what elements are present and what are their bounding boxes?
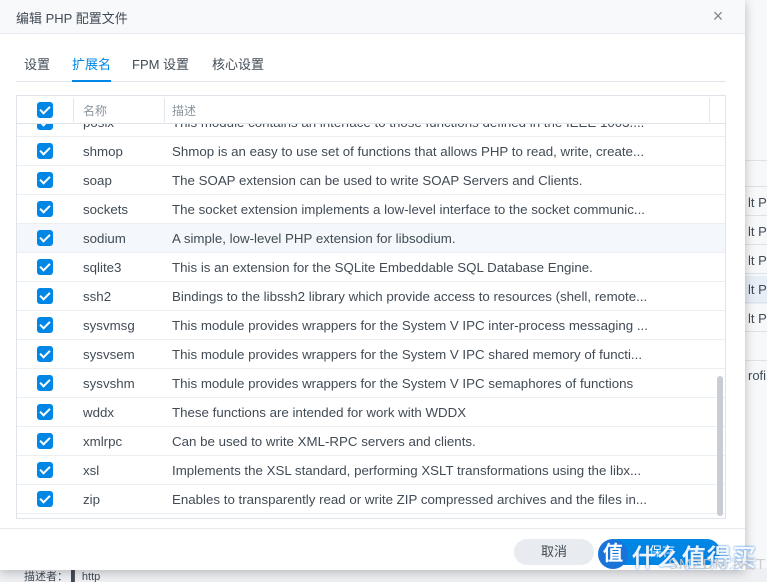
column-header-name[interactable]: 名称 (83, 102, 107, 119)
table-row[interactable]: xmlrpc Can be used to write XML-RPC serve… (17, 427, 725, 456)
row-name: soap (83, 173, 112, 188)
row-description: This module provides wrappers for the Sy… (172, 318, 648, 333)
row-description: This is an extension for the SQLite Embe… (172, 260, 593, 275)
row-name: sysvsem (83, 347, 135, 362)
background-list-item: lt P (748, 224, 767, 239)
row-description: Enables to transparently read or write Z… (172, 492, 647, 507)
background-divider (745, 160, 767, 161)
background-divider (745, 302, 767, 303)
row-checkbox[interactable] (37, 172, 53, 188)
row-description: Shmop is an easy to use set of functions… (172, 144, 645, 159)
row-checkbox[interactable] (37, 491, 53, 507)
row-description: Can be used to write XML-RPC servers and… (172, 434, 476, 449)
column-separator (73, 98, 74, 122)
background-divider (745, 273, 767, 274)
table-row[interactable]: zip Enables to transparently read or writ… (17, 485, 725, 514)
tab-bar: 设置 扩展名 FPM 设置 核心设置 (16, 48, 726, 82)
row-name: posix (83, 124, 165, 130)
row-checkbox[interactable] (37, 346, 53, 362)
table-row[interactable]: soap The SOAP extension can be used to wr… (17, 166, 725, 195)
background-list-item: lt P (748, 253, 767, 268)
background-divider (745, 186, 767, 187)
row-name: zip (83, 492, 100, 507)
table-row[interactable]: xsl Implements the XSL standard, performi… (17, 456, 725, 485)
grid-rows: posix This module contains an interface t… (17, 124, 725, 518)
background-divider (745, 360, 767, 361)
tab-extensions[interactable]: 扩展名 (72, 54, 112, 82)
row-checkbox[interactable] (37, 375, 53, 391)
row-name: sysvshm (83, 376, 135, 391)
row-name: sysvmsg (83, 318, 135, 333)
row-checkbox[interactable] (37, 462, 53, 478)
table-row[interactable]: wddx These functions are intended for wor… (17, 398, 725, 427)
column-header-description[interactable]: 描述 (172, 102, 196, 119)
row-checkbox[interactable] (37, 288, 53, 304)
row-description: This module provides wrappers for the Sy… (172, 376, 634, 391)
background-bottom-bar: 描述者： ▌ http (0, 568, 767, 582)
row-checkbox[interactable] (37, 404, 53, 420)
row-name: wddx (83, 405, 115, 420)
row-name: xmlrpc (83, 434, 123, 449)
table-row[interactable]: sysvsem This module provides wrappers for… (17, 340, 725, 369)
table-row[interactable]: posix This module contains an interface t… (17, 124, 725, 137)
row-name: xsl (83, 463, 100, 478)
row-checkbox[interactable] (37, 124, 53, 130)
table-row[interactable]: shmop Shmop is an easy to use set of func… (17, 137, 725, 166)
background-list-item: rofi (748, 368, 767, 383)
row-checkbox[interactable] (37, 259, 53, 275)
row-checkbox[interactable] (37, 143, 53, 159)
footer-divider (0, 528, 745, 529)
table-row[interactable]: sysvshm This module provides wrappers for… (17, 369, 725, 398)
row-checkbox[interactable] (37, 317, 53, 333)
row-description: A simple, low-level PHP extension for li… (172, 231, 456, 246)
background-divider (745, 244, 767, 245)
cancel-button[interactable]: 取消 (514, 539, 594, 565)
table-row[interactable]: sqlite3 This is an extension for the SQLi… (17, 253, 725, 282)
row-name: ssh2 (83, 289, 112, 304)
background-divider (745, 331, 767, 332)
row-description: Implements the XSL standard, performing … (172, 463, 642, 478)
background-divider (745, 215, 767, 216)
background-bottom-text: 描述者： ▌ http (24, 571, 101, 582)
table-row[interactable]: sockets The socket extension implements a… (17, 195, 725, 224)
save-button[interactable]: 保存 (604, 539, 720, 565)
row-checkbox[interactable] (37, 201, 53, 217)
tab-core-settings[interactable]: 核心设置 (212, 54, 264, 82)
table-row[interactable]: sodium A simple, low-level PHP extension … (17, 224, 725, 253)
edit-php-profile-dialog: 编辑 PHP 配置文件 × 设置 扩展名 FPM 设置 核心设置 名称 描述 p… (0, 0, 745, 570)
row-description: This module provides wrappers for the Sy… (172, 347, 643, 362)
row-name: sodium (83, 231, 126, 246)
background-list-item: lt P (748, 311, 767, 326)
table-row[interactable]: ssh2 Bindings to the libssh2 library whic… (17, 282, 725, 311)
background-list-item: lt P (748, 195, 767, 210)
dialog-title: 编辑 PHP 配置文件 (16, 11, 128, 26)
row-name: sqlite3 (83, 260, 122, 275)
grid-header: 名称 描述 (17, 96, 725, 124)
tab-settings[interactable]: 设置 (24, 54, 50, 82)
column-separator (164, 98, 165, 122)
row-description: These functions are intended for work wi… (172, 405, 467, 420)
row-checkbox[interactable] (37, 433, 53, 449)
row-description: The SOAP extension can be used to write … (172, 173, 583, 188)
column-separator (709, 98, 710, 122)
row-description: This module contains an interface to tho… (172, 124, 702, 130)
extensions-grid: 名称 描述 posix This module contains an inter… (16, 95, 726, 519)
table-row[interactable]: sysvmsg This module provides wrappers for… (17, 311, 725, 340)
row-name: shmop (83, 144, 123, 159)
row-description: Bindings to the libssh2 library which pr… (172, 289, 648, 304)
grid-scrollbar[interactable] (717, 376, 723, 516)
row-checkbox[interactable] (37, 230, 53, 246)
dialog-title-bar: 编辑 PHP 配置文件 × (0, 0, 745, 34)
row-name: sockets (83, 202, 129, 217)
tab-fpm-settings[interactable]: FPM 设置 (132, 54, 189, 82)
close-icon[interactable]: × (709, 6, 727, 26)
background-list-item: lt P (748, 282, 767, 297)
row-description: The socket extension implements a low-le… (172, 202, 645, 217)
select-all-checkbox[interactable] (37, 102, 53, 118)
